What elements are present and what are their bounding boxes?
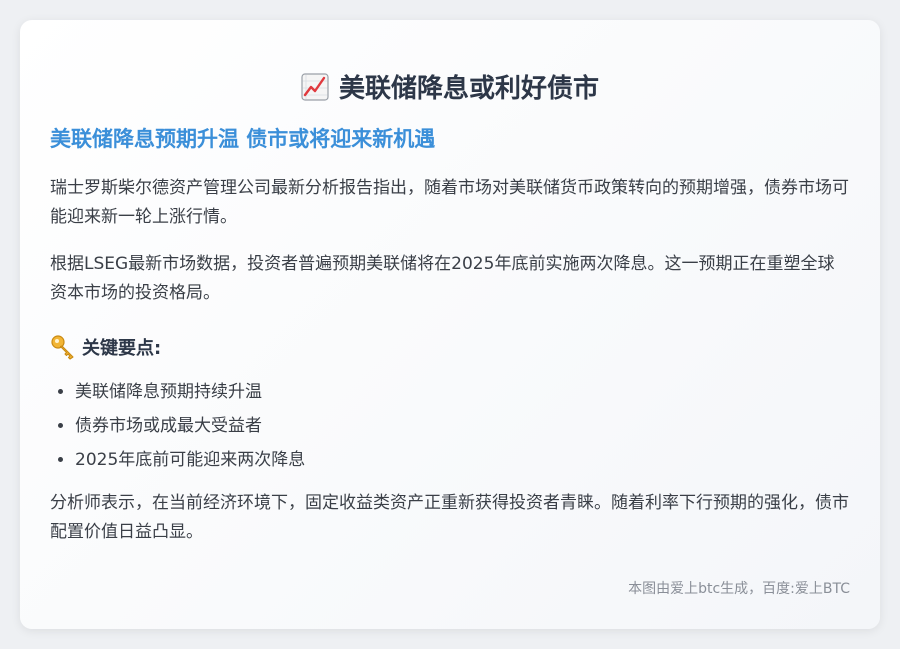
paragraph-closing: 分析师表示，在当前经济环境下，固定收益类资产正重新获得投资者青睐。随着利率下行预… — [50, 493, 849, 542]
article-card: 美联储降息或利好债市 美联储降息预期升温 债市或将迎来新机遇 瑞士罗斯柴尔德资产… — [20, 20, 880, 629]
key-icon — [51, 335, 74, 360]
key-points-heading: 关键要点: — [50, 334, 850, 363]
title-text: 美联储降息或利好债市 — [338, 74, 599, 104]
chart-increasing-icon — [301, 73, 329, 101]
page-title: 美联储降息或利好债市 — [50, 20, 850, 107]
list-item: 债券市场或成最大受益者 — [75, 409, 850, 443]
paragraph-intro: 瑞士罗斯柴尔德资产管理公司最新分析报告指出，随着市场对美联储货币政策转向的预期增… — [50, 178, 849, 227]
key-points-heading-text: 关键要点: — [82, 338, 162, 359]
footer-credit: 本图由爱上btc生成，百度:爱上BTC — [628, 581, 850, 597]
paragraph-market-data: 根据LSEG最新市场数据，投资者普遍预期美联储将在2025年底前实施两次降息。这… — [50, 254, 835, 303]
list-item: 美联储降息预期持续升温 — [75, 375, 850, 409]
key-points-list: 美联储降息预期持续升温 债券市场或成最大受益者 2025年底前可能迎来两次降息 — [50, 375, 850, 477]
list-item: 2025年底前可能迎来两次降息 — [75, 443, 850, 477]
article-subtitle: 美联储降息预期升温 债市或将迎来新机遇 — [50, 127, 436, 151]
